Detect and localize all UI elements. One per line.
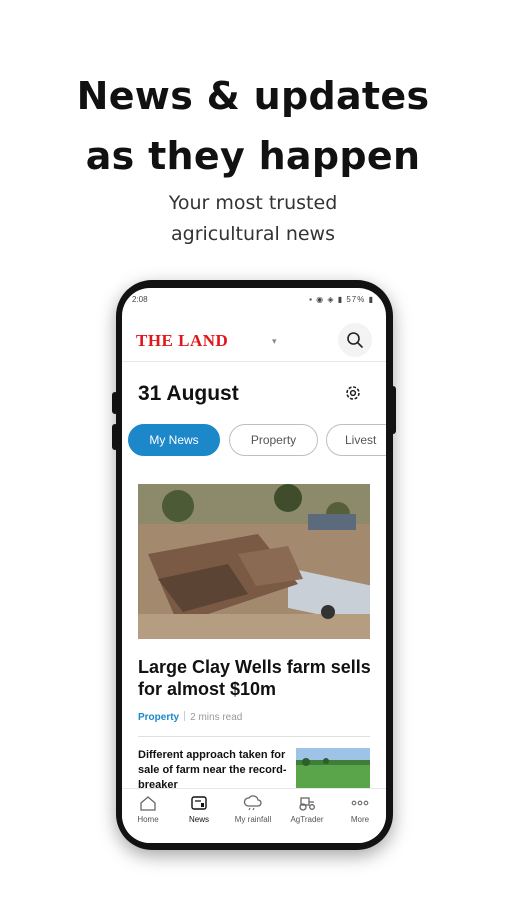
- promo-subheading: Your most trusted agricultural news: [0, 188, 506, 250]
- promo-sub-line2: agricultural news: [171, 223, 335, 245]
- nav-news-label: News: [188, 815, 209, 824]
- farm-aerial-image: [138, 484, 370, 639]
- article-hero-image[interactable]: [138, 484, 370, 639]
- status-time: 2:08: [132, 295, 148, 304]
- nav-home[interactable]: Home: [122, 795, 174, 824]
- phone-side-button: [112, 392, 118, 414]
- article-thumbnail[interactable]: [296, 748, 370, 792]
- search-button[interactable]: [338, 323, 372, 357]
- promo-headline-line1: News & updates: [76, 74, 430, 118]
- news-icon: [191, 796, 207, 810]
- status-bar: 2:08 ▪ ◉ ◈ ▮ 57% ▮: [122, 294, 386, 308]
- article-read-time: 2 mins read: [190, 712, 243, 723]
- tab-my-news[interactable]: My News: [128, 424, 220, 456]
- battery-level: 57%: [346, 295, 366, 304]
- rain-cloud-icon: [243, 795, 262, 811]
- phone-screen: 2:08 ▪ ◉ ◈ ▮ 57% ▮ THE LAND ▾ 31 August …: [122, 288, 386, 843]
- phone-side-button: [112, 424, 118, 450]
- category-tabs: My News Property Livest: [128, 424, 386, 456]
- nav-more[interactable]: More: [334, 795, 386, 824]
- status-icons: ▪ ◉ ◈ ▮ 57% ▮: [309, 295, 374, 304]
- tab-property[interactable]: Property: [229, 424, 318, 456]
- app-logo[interactable]: THE LAND: [136, 331, 228, 351]
- nav-agtrader-label: AgTrader: [290, 815, 324, 824]
- article-divider: [138, 736, 370, 737]
- promo-sub-line1: Your most trusted: [168, 192, 338, 214]
- nav-more-label: More: [350, 815, 370, 824]
- farm-field-image: [296, 748, 370, 792]
- tab-livestock[interactable]: Livest: [326, 424, 386, 456]
- promo-headline-line2: as they happen: [85, 134, 421, 178]
- nav-agtrader[interactable]: AgTrader: [281, 795, 333, 824]
- nav-news[interactable]: News: [173, 795, 225, 824]
- nav-rainfall-label: My rainfall: [234, 815, 272, 824]
- search-icon: [347, 332, 363, 348]
- article-meta: Property 2 mins read: [138, 711, 242, 723]
- tractor-icon: [299, 797, 315, 811]
- app-header: THE LAND ▾: [122, 318, 386, 362]
- status-glyphs: ▪ ◉ ◈ ▮: [309, 295, 347, 304]
- chevron-down-icon[interactable]: ▾: [272, 336, 277, 347]
- home-icon: [140, 796, 156, 811]
- page-title-date: 31 August: [138, 382, 239, 405]
- gear-icon[interactable]: [344, 384, 362, 402]
- promo-headline: News & updates as they happen: [0, 66, 506, 186]
- more-dots-icon: [351, 800, 369, 806]
- meta-divider: [184, 711, 186, 721]
- phone-side-button: [390, 386, 396, 434]
- battery-icon: ▮: [365, 295, 374, 304]
- nav-my-rainfall[interactable]: My rainfall: [227, 795, 279, 824]
- article-title[interactable]: Large Clay Wells farm sells for almost $…: [138, 656, 378, 700]
- nav-home-label: Home: [137, 815, 159, 824]
- article-category[interactable]: Property: [138, 712, 179, 723]
- article-title[interactable]: Different approach taken for sale of far…: [138, 748, 288, 793]
- bottom-navigation: Home News My rainfall AgTrader More: [122, 788, 386, 843]
